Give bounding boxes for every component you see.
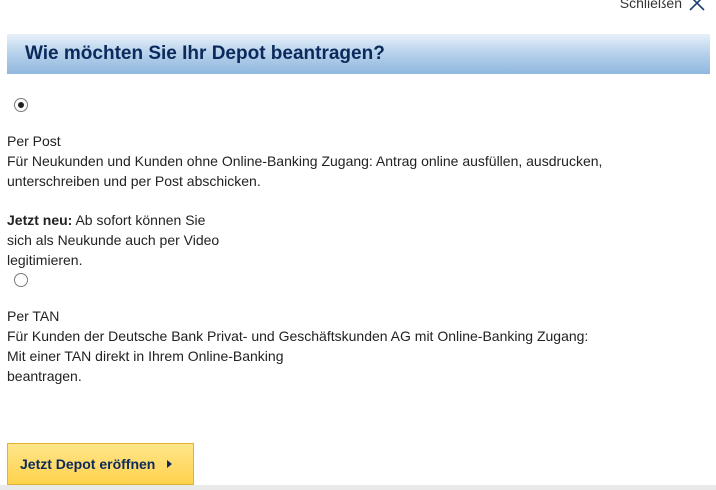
open-depot-button[interactable]: Jetzt Depot eröffnen [7, 443, 194, 485]
chevron-right-icon [167, 460, 173, 468]
option-per-tan-line2: Mit einer TAN direkt in Ihrem Online-Ban… [7, 348, 284, 364]
option-per-tan-line3: beantragen. [7, 368, 82, 384]
radio-per-tan[interactable] [14, 273, 28, 287]
video-ident-note-line1: Jetzt neu: Ab sofort können Sie [7, 210, 219, 230]
bottom-divider [0, 485, 716, 490]
option-per-post-heading: Per Post [7, 133, 61, 149]
page-title: Wie möchten Sie Ihr Depot beantragen? [25, 43, 385, 64]
option-per-tan: Per TAN Für Kunden der Deutsche Bank Pri… [7, 306, 588, 386]
note-line1-text: Ab sofort können Sie [72, 212, 206, 228]
close-label: Schließen [619, 0, 682, 11]
close-icon[interactable] [688, 0, 706, 12]
close-button[interactable]: Schließen [620, 0, 706, 12]
option-per-post-line1: Für Neukunden und Kunden ohne Online-Ban… [7, 153, 603, 169]
option-per-post-line2: unterschreiben und per Post abschicken. [7, 173, 261, 189]
note-bold-label: Jetzt neu: [7, 212, 73, 228]
option-per-post: Per Post Für Neukunden und Kunden ohne O… [7, 131, 602, 191]
radio-per-post[interactable] [14, 98, 28, 112]
depot-application-dialog: Schließen Wie möchten Sie Ihr Depot bean… [0, 0, 716, 490]
title-bar: Wie möchten Sie Ihr Depot beantragen? [7, 34, 710, 74]
video-ident-note: Jetzt neu: Ab sofort können Sie sich als… [7, 210, 219, 270]
video-ident-note-line2: sich als Neukunde auch per Video [7, 232, 220, 248]
option-per-tan-line1: Für Kunden der Deutsche Bank Privat- und… [7, 328, 589, 344]
open-depot-button-label: Jetzt Depot eröffnen [20, 456, 156, 472]
video-ident-note-line3: legitimieren. [7, 252, 83, 268]
option-per-tan-heading: Per TAN [7, 308, 60, 324]
